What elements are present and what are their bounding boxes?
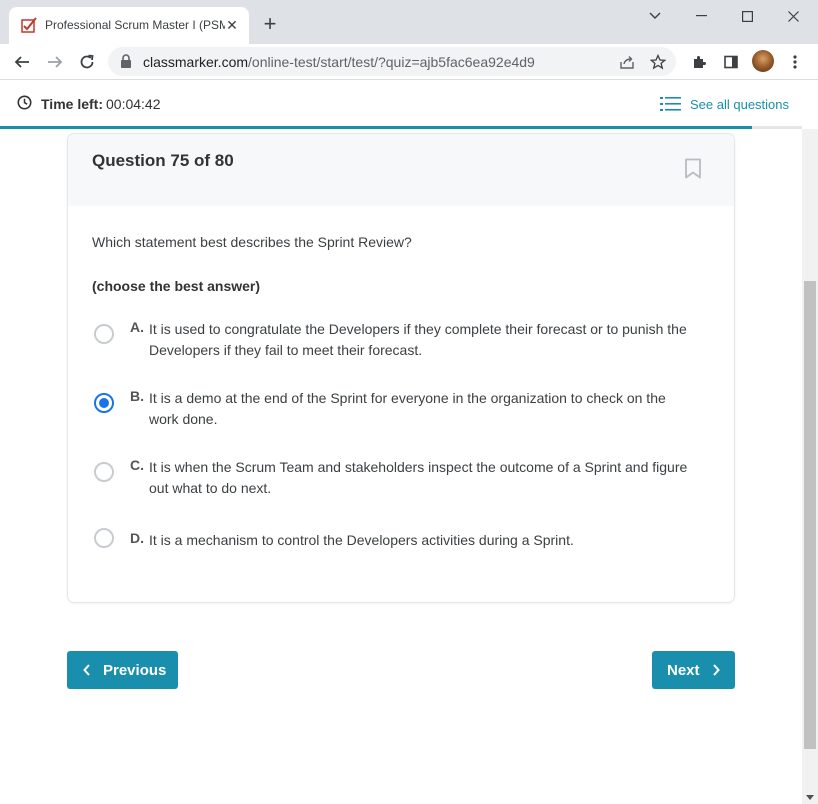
answer-option-a[interactable]: A. It is used to congratulate the Develo…: [92, 319, 692, 363]
tab-title: Professional Scrum Master I (PSM: [45, 18, 225, 32]
answer-option-c[interactable]: C. It is when the Scrum Team and stakeho…: [92, 457, 692, 501]
radio-button[interactable]: [94, 462, 114, 482]
answer-option-d[interactable]: D. It is a mechanism to control the Deve…: [92, 528, 692, 554]
tab-search-chevron-icon[interactable]: [632, 0, 678, 32]
more-menu-icon[interactable]: [781, 48, 809, 76]
page-scrollbar[interactable]: [802, 129, 818, 804]
browser-tab[interactable]: Professional Scrum Master I (PSM ✕: [9, 7, 249, 44]
radio-button[interactable]: [94, 393, 114, 413]
tab-close-icon[interactable]: ✕: [223, 16, 241, 34]
question-number: Question 75 of 80: [92, 151, 234, 170]
time-left-label: Time left:: [41, 96, 103, 112]
option-letter: D.: [130, 530, 144, 546]
option-text: It is when the Scrum Team and stakeholde…: [149, 459, 688, 496]
scroll-down-arrow-icon[interactable]: [806, 795, 814, 800]
side-panel-icon[interactable]: [717, 48, 745, 76]
question-card-header: Question 75 of 80: [68, 134, 734, 206]
scrollbar-thumb[interactable]: [804, 281, 816, 749]
option-letter: A.: [130, 319, 144, 335]
url-domain: classmarker.com: [143, 54, 249, 70]
previous-button[interactable]: Previous: [67, 651, 178, 689]
question-hint: (choose the best answer): [92, 278, 261, 294]
url-text: classmarker.com/online-test/start/test/?…: [143, 54, 535, 70]
radio-button[interactable]: [94, 528, 114, 548]
question-card: Question 75 of 80 Which statement best d…: [67, 133, 735, 603]
window-close-icon[interactable]: [770, 0, 816, 32]
option-letter: C.: [130, 457, 144, 473]
radio-button[interactable]: [94, 324, 114, 344]
lock-icon: [121, 54, 131, 68]
reload-icon[interactable]: [73, 48, 101, 76]
clock-icon: [17, 95, 32, 110]
checkmark-favicon-icon: [21, 17, 37, 33]
bookmark-icon[interactable]: [684, 158, 702, 179]
url-path: /online-test/start/test/?quiz=ajb5fac6ea…: [248, 54, 535, 70]
extensions-puzzle-icon[interactable]: [685, 48, 713, 76]
answer-option-b[interactable]: B. It is a demo at the end of the Sprint…: [92, 388, 692, 432]
option-text: It is a demo at the end of the Sprint fo…: [149, 390, 666, 427]
question-text: Which statement best describes the Sprin…: [92, 234, 412, 250]
previous-button-label: Previous: [103, 661, 167, 679]
profile-avatar[interactable]: [752, 50, 774, 72]
minimize-icon[interactable]: [678, 0, 724, 32]
main-content: Question 75 of 80 Which statement best d…: [0, 129, 802, 803]
address-bar[interactable]: classmarker.com/online-test/start/test/?…: [108, 47, 676, 76]
chevron-left-icon: [83, 664, 90, 676]
option-text: It is a mechanism to control the Develop…: [149, 532, 574, 548]
see-all-questions-link[interactable]: See all questions: [660, 93, 789, 115]
back-arrow-icon[interactable]: [8, 48, 36, 76]
next-button[interactable]: Next: [652, 651, 735, 689]
list-icon: [660, 97, 681, 111]
new-tab-icon[interactable]: +: [258, 13, 282, 37]
browser-tab-strip: Professional Scrum Master I (PSM ✕ +: [0, 0, 818, 44]
maximize-icon[interactable]: [724, 0, 770, 32]
see-all-questions-label: See all questions: [690, 96, 790, 112]
quiz-header: Time left: 00:04:42 See all questions: [0, 81, 802, 126]
browser-toolbar: classmarker.com/online-test/start/test/?…: [0, 44, 818, 80]
next-button-label: Next: [667, 661, 700, 679]
chevron-right-icon: [712, 664, 720, 676]
forward-arrow-icon[interactable]: [41, 48, 69, 76]
share-icon[interactable]: [617, 52, 637, 72]
bookmark-star-icon[interactable]: [648, 52, 668, 72]
time-left-value: 00:04:42: [106, 96, 161, 112]
option-letter: B.: [130, 388, 144, 404]
option-text: It is used to congratulate the Developer…: [149, 321, 687, 358]
